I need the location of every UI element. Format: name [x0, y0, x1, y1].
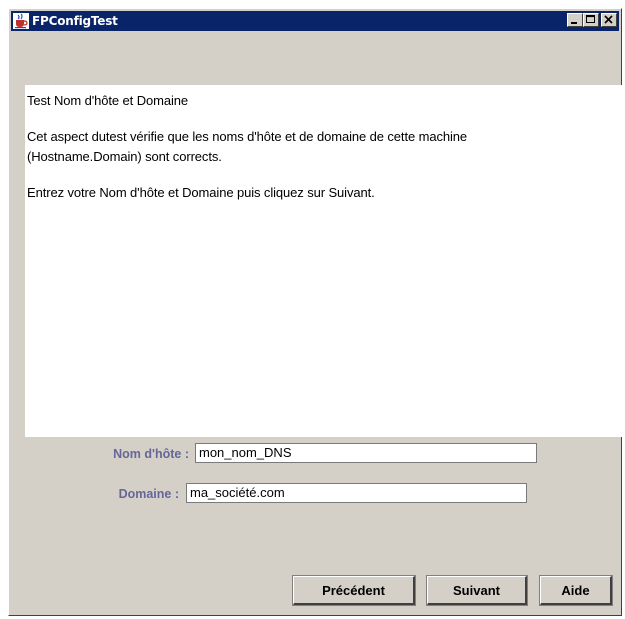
- description-line-2: (Hostname.Domain) sont corrects.: [27, 149, 222, 164]
- window-controls: [567, 13, 617, 27]
- title-bar[interactable]: FPConfigTest: [11, 11, 619, 31]
- close-icon[interactable]: [601, 13, 617, 27]
- previous-button[interactable]: Précédent: [292, 575, 416, 606]
- test-heading: Test Nom d'hôte et Domaine: [27, 93, 189, 108]
- app-window: FPConfigTest Test Nom d'hôte et Domaine …: [8, 8, 622, 616]
- hostname-label: Nom d'hôte :: [113, 447, 189, 461]
- window-title: FPConfigTest: [32, 14, 118, 28]
- hostname-input[interactable]: mon_nom_DNS: [195, 443, 537, 463]
- domain-input[interactable]: ma_société.com: [186, 483, 527, 503]
- instruction-text: Entrez votre Nom d'hôte et Domaine puis …: [27, 185, 375, 200]
- domain-label: Domaine :: [118, 487, 179, 501]
- description-line-1: Cet aspect dutest vérifie que les noms d…: [27, 129, 468, 144]
- next-button[interactable]: Suivant: [426, 575, 528, 606]
- help-button[interactable]: Aide: [539, 575, 613, 606]
- minimize-icon[interactable]: [567, 13, 583, 27]
- java-cup-icon: [13, 13, 29, 29]
- info-text-panel: Test Nom d'hôte et Domaine Cet aspect du…: [25, 85, 622, 437]
- maximize-icon[interactable]: [583, 13, 599, 27]
